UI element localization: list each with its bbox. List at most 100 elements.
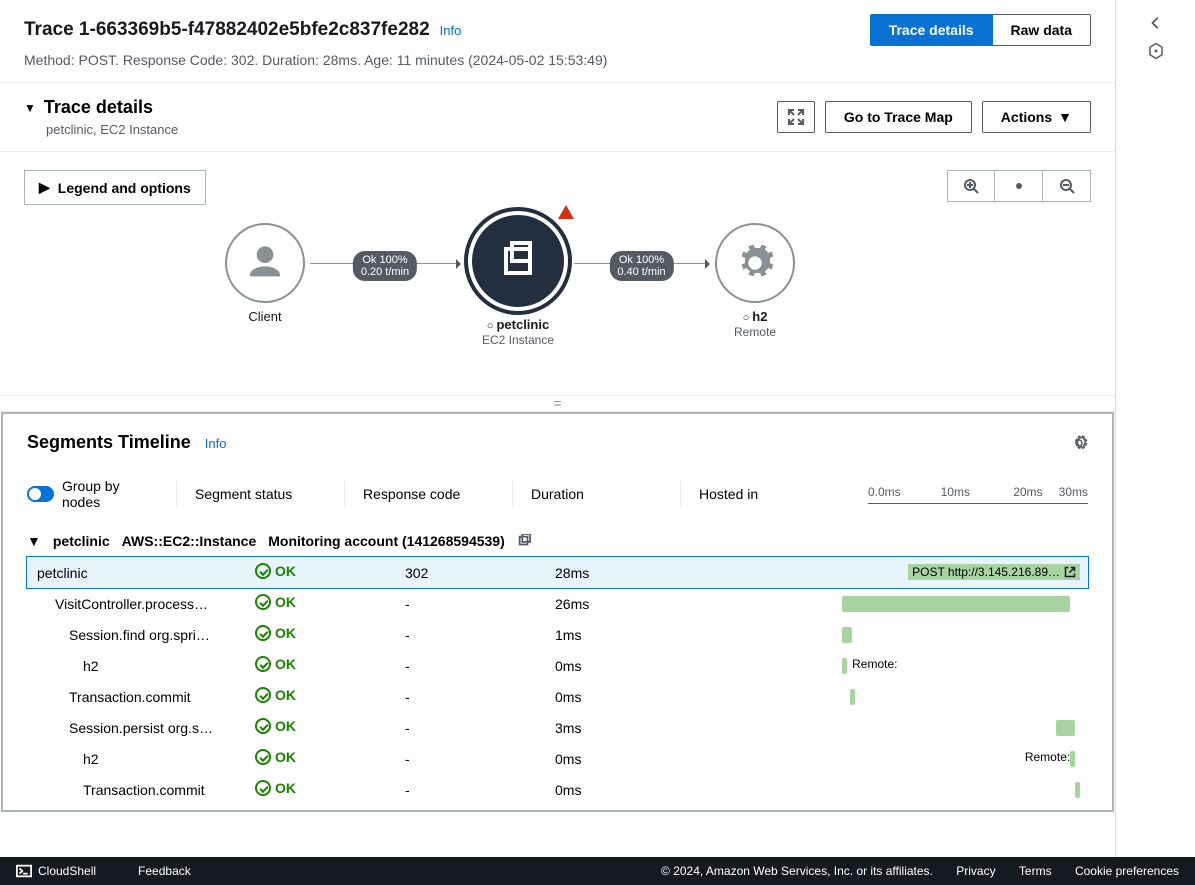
- info-link[interactable]: Info: [440, 23, 462, 38]
- segment-status: OK: [247, 681, 397, 712]
- zoom-out-button[interactable]: [1043, 170, 1091, 202]
- ok-icon: [255, 687, 271, 703]
- request-badge[interactable]: POST http://3.145.216.89…: [908, 564, 1080, 580]
- cloudshell-button[interactable]: CloudShell: [16, 864, 96, 878]
- segment-name: Session.persist org.s…: [27, 712, 247, 743]
- page-title: Trace 1-663369b5-f47882402e5bfe2c837fe28…: [24, 19, 430, 41]
- segment-code: -: [397, 712, 547, 743]
- hexagon-icon: [1147, 42, 1165, 60]
- segment-bar: [835, 688, 1080, 706]
- footer: CloudShell Feedback © 2024, Amazon Web S…: [0, 857, 1195, 885]
- warning-icon: [558, 205, 574, 219]
- gear-icon: [735, 243, 775, 283]
- resize-handle[interactable]: =: [0, 395, 1115, 411]
- cookie-preferences-link[interactable]: Cookie preferences: [1075, 864, 1179, 878]
- trace-map[interactable]: Client Ok 100%0.20 t/min ○ petclinicEC2 …: [0, 205, 1115, 395]
- segment-status: OK: [247, 774, 397, 805]
- timeline-title: Segments Timeline: [27, 432, 191, 453]
- table-row[interactable]: Session.persist org.s… OK - 3ms: [27, 712, 1088, 743]
- edge-client-petclinic: Ok 100%0.20 t/min: [310, 263, 460, 264]
- ok-icon: [255, 594, 271, 610]
- table-row[interactable]: h2 OK - 0ms Remote:: [27, 743, 1088, 774]
- segment-name: VisitController.process…: [27, 588, 247, 619]
- segment-duration: 28ms: [547, 557, 697, 588]
- group-by-nodes-toggle[interactable]: Group by nodes: [27, 481, 177, 507]
- segment-bar: Remote:: [835, 750, 1080, 768]
- ok-icon: [255, 718, 271, 734]
- copy-icon[interactable]: [517, 534, 531, 548]
- timeline-info-link[interactable]: Info: [205, 436, 227, 451]
- segment-duration: 0ms: [547, 681, 697, 712]
- copyright: © 2024, Amazon Web Services, Inc. or its…: [661, 864, 933, 878]
- table-row[interactable]: Session.find org.spri… OK - 1ms: [27, 619, 1088, 650]
- segment-status: OK: [247, 650, 397, 681]
- collapse-icon[interactable]: ▼: [24, 101, 36, 115]
- user-icon: [245, 243, 285, 283]
- table-row[interactable]: h2 OK - 0ms Remote:: [27, 650, 1088, 681]
- timeline-settings-button[interactable]: [1070, 434, 1088, 452]
- segment-group-header[interactable]: ▼ petclinic AWS::EC2::Instance Monitorin…: [27, 533, 1088, 549]
- ok-icon: [255, 656, 271, 672]
- segment-bar: [835, 719, 1080, 737]
- segment-bar: [835, 626, 1080, 644]
- cloudshell-icon: [16, 864, 32, 878]
- table-row[interactable]: petclinic OK 302 28ms POST http://3.145.…: [27, 557, 1088, 588]
- filter-response-code[interactable]: Response code: [345, 481, 513, 507]
- help-button[interactable]: [1147, 42, 1165, 60]
- trace-map-panel: ▶ Legend and options Client: [0, 151, 1115, 412]
- table-row[interactable]: Transaction.commit OK - 0ms: [27, 681, 1088, 712]
- ok-icon: [255, 749, 271, 765]
- tab-raw-data[interactable]: Raw data: [993, 14, 1091, 46]
- toggle-icon: [27, 486, 54, 502]
- zoom-in-button[interactable]: [947, 170, 995, 202]
- segment-name: Transaction.commit: [27, 774, 247, 805]
- play-icon: ▶: [39, 179, 50, 196]
- segment-duration: 1ms: [547, 619, 697, 650]
- segment-code: -: [397, 774, 547, 805]
- edge-petclinic-h2: Ok 100%0.40 t/min: [574, 263, 709, 264]
- node-client[interactable]: Client: [225, 223, 305, 324]
- trace-header: Trace 1-663369b5-f47882402e5bfe2c837fe28…: [0, 0, 1115, 82]
- chip-icon: [494, 237, 542, 285]
- right-sidebar: [1115, 0, 1195, 857]
- section-title: Trace details: [44, 97, 153, 118]
- segment-status: OK: [247, 743, 397, 774]
- view-tabs: Trace details Raw data: [870, 14, 1091, 46]
- go-to-trace-map-button[interactable]: Go to Trace Map: [825, 101, 972, 133]
- filter-duration[interactable]: Duration: [513, 481, 681, 507]
- filter-segment-status[interactable]: Segment status: [177, 481, 345, 507]
- chevron-down-icon: ▼: [27, 533, 41, 549]
- segment-bar: [835, 781, 1080, 799]
- zoom-controls: [947, 170, 1091, 205]
- zoom-out-icon: [1059, 178, 1075, 194]
- collapse-sidebar-button[interactable]: [1149, 16, 1163, 30]
- privacy-link[interactable]: Privacy: [956, 864, 995, 878]
- segment-status: OK: [247, 619, 397, 650]
- segment-name: h2: [27, 743, 247, 774]
- segment-name: Transaction.commit: [27, 681, 247, 712]
- dot-icon: [1015, 182, 1023, 190]
- segment-bar: [835, 595, 1080, 613]
- fullscreen-icon: [788, 109, 804, 125]
- segment-bar: POST http://3.145.216.89…: [835, 564, 1080, 582]
- zoom-fit-button[interactable]: [995, 170, 1043, 202]
- table-row[interactable]: Transaction.commit OK - 0ms: [27, 774, 1088, 805]
- trace-details-bar: ▼ Trace details petclinic, EC2 Instance …: [0, 82, 1115, 151]
- node-h2[interactable]: ○ h2Remote: [715, 223, 795, 339]
- node-petclinic[interactable]: ○ petclinicEC2 Instance: [468, 211, 568, 347]
- terms-link[interactable]: Terms: [1019, 864, 1052, 878]
- fullscreen-button[interactable]: [777, 101, 815, 133]
- chevron-left-icon: [1149, 16, 1163, 30]
- segment-code: -: [397, 619, 547, 650]
- tab-trace-details[interactable]: Trace details: [870, 14, 993, 46]
- filter-hosted-in[interactable]: Hosted in: [681, 481, 848, 507]
- table-row[interactable]: VisitController.process… OK - 26ms: [27, 588, 1088, 619]
- actions-button[interactable]: Actions ▼: [982, 101, 1091, 133]
- ok-icon: [255, 563, 271, 579]
- feedback-link[interactable]: Feedback: [138, 864, 191, 878]
- segment-status: OK: [247, 712, 397, 743]
- legend-button[interactable]: ▶ Legend and options: [24, 170, 206, 205]
- external-link-icon: [1064, 566, 1076, 578]
- segments-timeline: Segments Timeline Info Group by nodes Se…: [1, 412, 1114, 812]
- timeline-axis: 0.0ms 10ms 20ms 30ms: [868, 485, 1088, 507]
